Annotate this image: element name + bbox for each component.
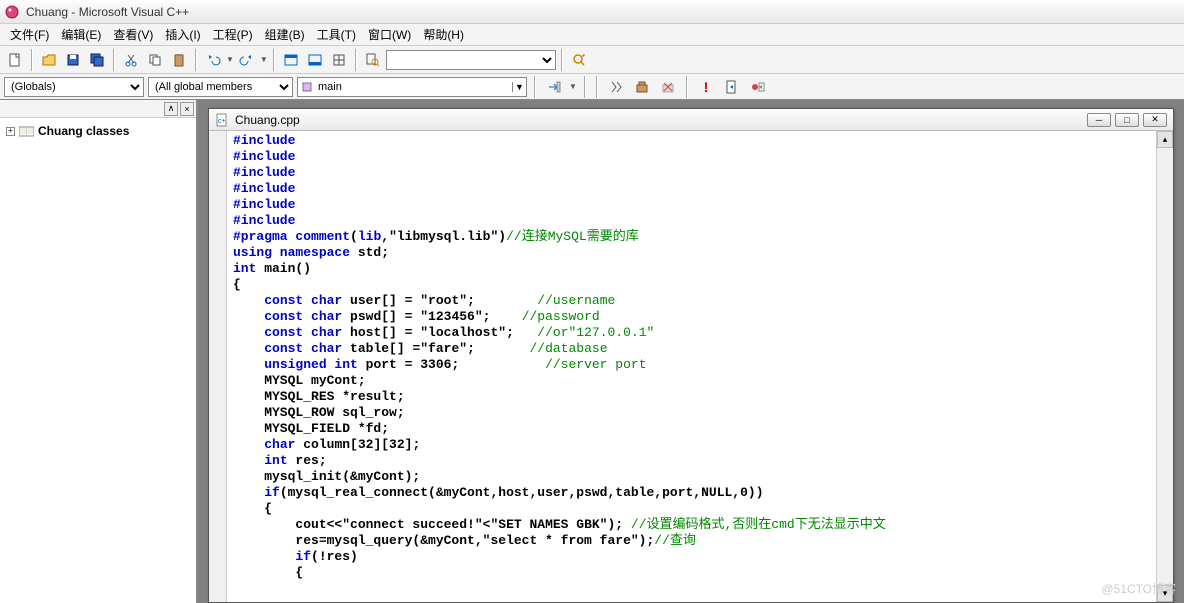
- panel-close[interactable]: ×: [180, 102, 194, 116]
- separator: [584, 76, 586, 98]
- scroll-down-button[interactable]: ▾: [1157, 585, 1173, 602]
- scope-combo[interactable]: (Globals): [4, 77, 144, 97]
- separator: [113, 49, 115, 71]
- redo-dropdown[interactable]: ▼: [260, 55, 268, 64]
- symbol-combo[interactable]: [316, 78, 512, 96]
- editor-filename: Chuang.cpp: [235, 113, 300, 127]
- goto-dropdown[interactable]: ▼: [569, 82, 577, 91]
- function-icon: [298, 81, 316, 93]
- tree-root-item[interactable]: + Chuang classes: [6, 122, 190, 140]
- menu-view[interactable]: 查看(V): [107, 24, 159, 45]
- window-title: Chuang - Microsoft Visual C++: [26, 5, 189, 19]
- build-button[interactable]: [631, 76, 653, 98]
- menu-project[interactable]: 工程(P): [207, 24, 259, 45]
- stop-build-button[interactable]: [657, 76, 679, 98]
- workspace-panel: ∧ × + Chuang classes: [0, 100, 198, 603]
- standard-toolbar: ▼ ▼: [0, 46, 1184, 74]
- editor-maximize-button[interactable]: □: [1115, 113, 1139, 127]
- separator: [561, 49, 563, 71]
- find-button[interactable]: [568, 49, 590, 71]
- menu-help[interactable]: 帮助(H): [417, 24, 470, 45]
- compile-button[interactable]: [605, 76, 627, 98]
- new-text-file-button[interactable]: [4, 49, 26, 71]
- undo-dropdown[interactable]: ▼: [226, 55, 234, 64]
- go-button[interactable]: [721, 76, 743, 98]
- menu-file[interactable]: 文件(F): [4, 24, 55, 45]
- save-button[interactable]: [62, 49, 84, 71]
- goto-button[interactable]: [543, 76, 565, 98]
- app-icon: [4, 4, 20, 20]
- code-area: #include #include #include #include #inc…: [209, 131, 1173, 602]
- window-titlebar: Chuang - Microsoft Visual C++: [0, 0, 1184, 24]
- scroll-up-button[interactable]: ▴: [1157, 131, 1173, 148]
- gutter[interactable]: [209, 131, 227, 602]
- panel-nav-left[interactable]: ∧: [164, 102, 178, 116]
- symbol-dropdown[interactable]: ▼: [512, 82, 526, 92]
- tree-root-label: Chuang classes: [38, 124, 129, 138]
- menubar: 文件(F) 编辑(E) 查看(V) 插入(I) 工程(P) 组建(B) 工具(T…: [0, 24, 1184, 46]
- book-icon: [19, 125, 34, 138]
- insert-breakpoint-button[interactable]: [747, 76, 769, 98]
- wizardbar: (Globals) (All global members ▼ ▼ !: [0, 74, 1184, 100]
- execute-button[interactable]: !: [695, 76, 717, 98]
- find-in-files-button[interactable]: [362, 49, 384, 71]
- menu-window[interactable]: 窗口(W): [362, 24, 417, 45]
- workspace-button[interactable]: [280, 49, 302, 71]
- svg-text:c+: c+: [218, 118, 226, 125]
- save-all-button[interactable]: [86, 49, 108, 71]
- cpp-file-icon: c+: [215, 113, 229, 127]
- open-button[interactable]: [38, 49, 60, 71]
- redo-button[interactable]: [236, 49, 258, 71]
- separator: [273, 49, 275, 71]
- menu-insert[interactable]: 插入(I): [159, 24, 206, 45]
- main-area: ∧ × + Chuang classes c+ Chuang.cpp ─ □ ✕: [0, 100, 1184, 603]
- class-tree[interactable]: + Chuang classes: [0, 118, 196, 144]
- find-combo[interactable]: [386, 50, 556, 70]
- menu-edit[interactable]: 编辑(E): [55, 24, 107, 45]
- copy-button[interactable]: [144, 49, 166, 71]
- undo-button[interactable]: [202, 49, 224, 71]
- editor-titlebar[interactable]: c+ Chuang.cpp ─ □ ✕: [209, 109, 1173, 131]
- menu-build[interactable]: 组建(B): [259, 24, 311, 45]
- separator: [195, 49, 197, 71]
- separator: [31, 49, 33, 71]
- expand-icon[interactable]: +: [6, 127, 15, 136]
- window-list-button[interactable]: [328, 49, 350, 71]
- code-editor[interactable]: #include #include #include #include #inc…: [227, 131, 1156, 602]
- cut-button[interactable]: [120, 49, 142, 71]
- editor-close-button[interactable]: ✕: [1143, 113, 1167, 127]
- vertical-scrollbar[interactable]: ▴ ▾: [1156, 131, 1173, 602]
- separator: [355, 49, 357, 71]
- menu-tools[interactable]: 工具(T): [311, 24, 362, 45]
- separator: [534, 76, 536, 98]
- paste-button[interactable]: [168, 49, 190, 71]
- output-button[interactable]: [304, 49, 326, 71]
- workspace-header: ∧ ×: [0, 100, 196, 118]
- editor-window: c+ Chuang.cpp ─ □ ✕ #include #include #i…: [208, 108, 1174, 603]
- editor-area: c+ Chuang.cpp ─ □ ✕ #include #include #i…: [198, 100, 1184, 603]
- editor-minimize-button[interactable]: ─: [1087, 113, 1111, 127]
- members-combo[interactable]: (All global members: [148, 77, 293, 97]
- separator: [596, 76, 598, 98]
- separator: [686, 76, 688, 98]
